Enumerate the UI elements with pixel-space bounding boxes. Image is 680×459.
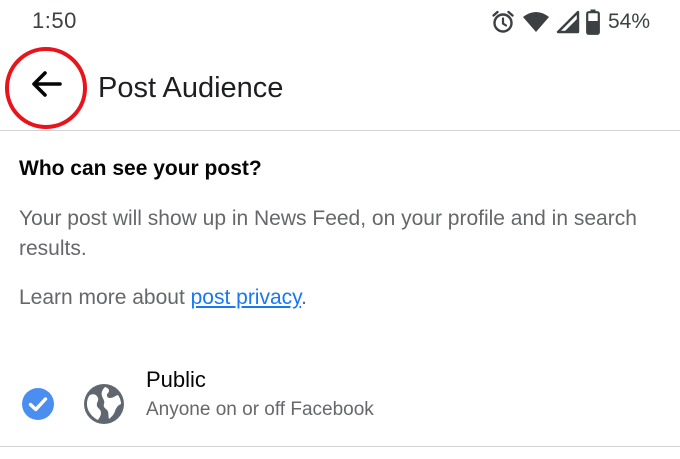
battery-percent: 54% (607, 10, 650, 33)
page-title: Post Audience (98, 72, 284, 104)
status-time: 1:50 (32, 8, 77, 33)
learn-more-text: Learn more about post privacy. (19, 283, 307, 313)
signal-icon (556, 10, 580, 34)
status-icons: 54% (490, 8, 650, 36)
app-bar: Post Audience (0, 44, 680, 131)
wifi-icon (522, 10, 550, 34)
globe-icon (83, 383, 125, 425)
audience-option-public[interactable]: Public Anyone on or off Facebook (0, 347, 680, 447)
back-button[interactable] (8, 48, 84, 124)
learn-more-prefix: Learn more about (19, 286, 191, 309)
post-audience-screen: 1:50 54% Post Audience Who can see your … (0, 0, 680, 459)
option-subtitle: Anyone on or off Facebook (146, 399, 374, 420)
battery-icon (586, 9, 600, 35)
status-bar: 1:50 54% (0, 0, 680, 44)
check-circle-icon (21, 387, 55, 421)
arrow-left-icon (30, 70, 62, 103)
post-privacy-link[interactable]: post privacy (191, 286, 302, 309)
section-heading: Who can see your post? (19, 157, 262, 180)
learn-more-suffix: . (301, 286, 307, 309)
alarm-icon (490, 9, 516, 35)
option-title: Public (146, 367, 206, 392)
audience-description: Your post will show up in News Feed, on … (19, 207, 637, 260)
